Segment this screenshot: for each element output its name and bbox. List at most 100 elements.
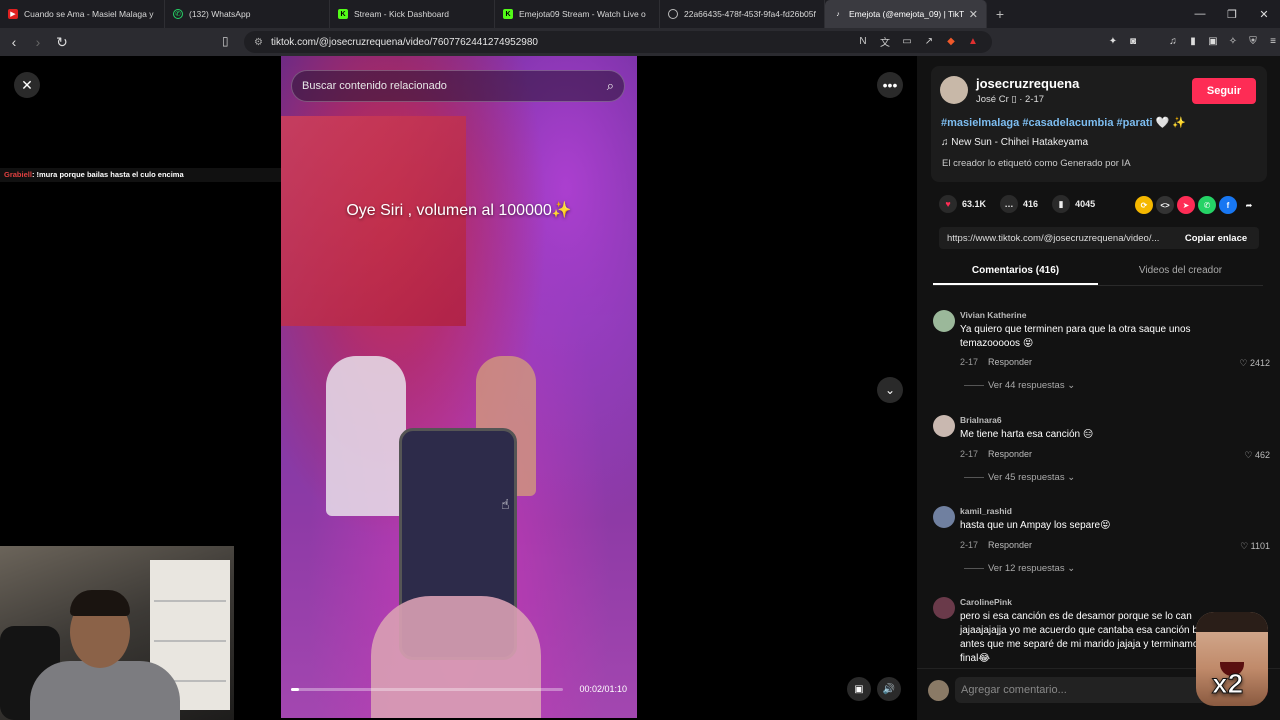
view-replies-label: Ver 12 respuestas [988, 563, 1065, 574]
forward-icon[interactable]: › [28, 32, 48, 52]
heart-icon: ♥ [939, 195, 957, 213]
commenter-name[interactable]: Vivian Katherine [960, 310, 1026, 320]
maximize-icon[interactable]: ❐ [1216, 0, 1248, 28]
send-icon[interactable]: ➤ [1177, 196, 1195, 214]
panel-tabs: Comentarios (416) Videos del creador [933, 259, 1263, 286]
commenter-name[interactable]: Brialnara6 [960, 415, 1002, 425]
save-count: 4045 [1075, 199, 1096, 209]
address-bar: ‹ › ↻ ▯ ⚙ tiktok.com/@josecruzrequena/vi… [0, 28, 1280, 56]
music-note-icon: ♫ [941, 137, 952, 148]
close-window-icon[interactable]: ✕ [1248, 0, 1280, 28]
commenter-avatar[interactable] [933, 506, 955, 528]
browser-tab[interactable]: K Emejota09 Stream - Watch Live o [495, 0, 660, 28]
facebook-icon[interactable]: f [1219, 196, 1237, 214]
engagement-stats: ♥ 63.1K … 416 ▮ 4045 [939, 195, 1095, 213]
divider [964, 384, 984, 386]
share-icon[interactable]: ↗ [921, 33, 937, 49]
vpn-icon[interactable]: ⛨ [1245, 33, 1261, 49]
follow-button[interactable]: Seguir [1192, 78, 1256, 104]
leo-icon[interactable]: ✧ [1225, 33, 1241, 49]
commenter-avatar[interactable] [933, 415, 955, 437]
tab-title: Emejota (@emejota_09) | TikT [849, 9, 965, 19]
repost-icon[interactable]: ⟳ [1135, 196, 1153, 214]
back-icon[interactable]: ‹ [4, 32, 24, 52]
hashtags[interactable]: #masielmalaga #casadelacumbia #parati 🤍 … [941, 116, 1186, 129]
related-search-input[interactable]: Buscar contenido relacionado ⌕ [291, 70, 625, 102]
music-line[interactable]: ♫ New Sun - Chihei Hatakeyama [941, 137, 1088, 148]
like-stat[interactable]: ♥ 63.1K [939, 195, 986, 213]
music-icon[interactable]: ♫ [1165, 33, 1181, 49]
rewards-icon[interactable]: ▲ [965, 33, 981, 49]
browser-tab[interactable]: K Stream - Kick Dashboard [330, 0, 495, 28]
music-title[interactable]: New Sun - Chihei Hatakeyama [951, 137, 1088, 148]
comment-text: Ya quiero que terminen para que la otra … [960, 324, 1191, 349]
comment-likes[interactable]: ♡ 462 [1244, 450, 1270, 461]
extensions-icon[interactable]: ✦ [1105, 33, 1121, 49]
bookmark-icon: ▮ [1052, 195, 1071, 213]
video-player[interactable]: Buscar contenido relacionado ⌕ Oye Siri … [281, 56, 637, 718]
commenter-avatar[interactable] [933, 310, 955, 332]
more-options-button[interactable]: ••• [877, 72, 903, 98]
tiktok-icon: ♪ [836, 10, 840, 18]
next-video-button[interactable]: ⌄ [877, 377, 903, 403]
video-progress-bar[interactable] [291, 688, 563, 691]
browser-tab[interactable]: ▶ Cuando se Ama - Masiel Malaga y su [0, 0, 165, 28]
view-replies[interactable]: Ver 12 respuestas ⌄ [964, 563, 1075, 574]
comment-date: 2-17 [960, 540, 979, 550]
chat-message: : !mura porque bailas hasta el culo enci… [31, 170, 184, 179]
screen-icon[interactable]: ▭ [899, 33, 915, 49]
picture-in-picture-button[interactable]: ▣ [847, 677, 871, 701]
comment-likes[interactable]: ♡ 1101 [1240, 541, 1270, 552]
sidebar-icon[interactable]: ▮ [1185, 33, 1201, 49]
share-icons: ⟳ <> ➤ ✆ f ➦ [1135, 196, 1258, 214]
globe-icon [668, 9, 678, 19]
camera-icon[interactable]: ◙ [1125, 33, 1141, 49]
comment-input[interactable]: Agregar comentario... [955, 677, 1217, 703]
video-info-card: josecruzrequena José Cr ▯ · 2-17 Seguir … [931, 66, 1267, 182]
shield-icon[interactable]: ◆ [943, 33, 959, 49]
tab-comments[interactable]: Comentarios (416) [933, 259, 1098, 285]
reply-link[interactable]: Responder [988, 357, 1032, 367]
comment-stat[interactable]: … 416 [1000, 195, 1038, 213]
embed-icon[interactable]: <> [1156, 196, 1174, 214]
comment-icon: … [1000, 195, 1019, 213]
view-replies[interactable]: Ver 45 respuestas ⌄ [964, 472, 1075, 483]
save-stat[interactable]: ▮ 4045 [1052, 195, 1095, 213]
browser-tab[interactable]: ✆ (132) WhatsApp [165, 0, 330, 28]
volume-button[interactable]: 🔊 [877, 677, 901, 701]
site-info-icon[interactable]: ⚙ [254, 37, 263, 48]
minimize-icon[interactable]: — [1184, 0, 1216, 28]
close-tab-icon[interactable]: ✕ [969, 8, 978, 21]
copy-link-button[interactable]: Copiar enlace [1173, 227, 1259, 249]
creator-avatar[interactable] [940, 76, 968, 104]
translate-icon[interactable]: 文 [877, 33, 893, 49]
whatsapp-share-icon[interactable]: ✆ [1198, 196, 1216, 214]
commenter-name[interactable]: kamil_rashid [960, 506, 1012, 516]
browser-tab[interactable]: 22a66435-478f-453f-9fa4-fd26b05f [660, 0, 825, 28]
new-tab-button[interactable]: + [987, 0, 1013, 28]
tab-title: Cuando se Ama - Masiel Malaga y su [24, 9, 156, 19]
browser-tab-active[interactable]: ♪ Emejota (@emejota_09) | TikT ✕ [825, 0, 987, 28]
kick-icon: K [503, 9, 513, 19]
share-arrow-icon[interactable]: ➦ [1240, 196, 1258, 214]
menu-icon[interactable]: ≡ [1265, 33, 1280, 49]
reply-link[interactable]: Responder [988, 540, 1032, 550]
comment-text: Me tiene harta esa canción 😑 [960, 429, 1094, 440]
close-video-button[interactable]: ✕ [14, 72, 40, 98]
copy-link-row: https://www.tiktok.com/@josecruzrequena/… [939, 227, 1259, 249]
bookmark-icon[interactable]: ▯ [222, 34, 229, 48]
commenter-avatar[interactable] [933, 597, 955, 619]
ai-generated-label: El creador lo etiquetó como Generado por… [942, 158, 1131, 169]
person-hair [70, 590, 130, 616]
hashtags-text[interactable]: #masielmalaga #casadelacumbia #parati [941, 117, 1153, 129]
commenter-name[interactable]: CarolinePink [960, 597, 1012, 607]
creator-username[interactable]: josecruzrequena [976, 76, 1079, 91]
reload-icon[interactable]: ↻ [52, 32, 72, 52]
wallet-icon[interactable]: ▣ [1205, 33, 1221, 49]
reply-link[interactable]: Responder [988, 449, 1032, 459]
comment-likes[interactable]: ♡ 2412 [1239, 358, 1270, 369]
search-icon[interactable]: ⌕ [607, 78, 614, 94]
tab-creator-videos[interactable]: Videos del creador [1098, 259, 1263, 285]
view-replies[interactable]: Ver 44 respuestas ⌄ [964, 380, 1075, 391]
reader-icon[interactable]: N [855, 33, 871, 49]
